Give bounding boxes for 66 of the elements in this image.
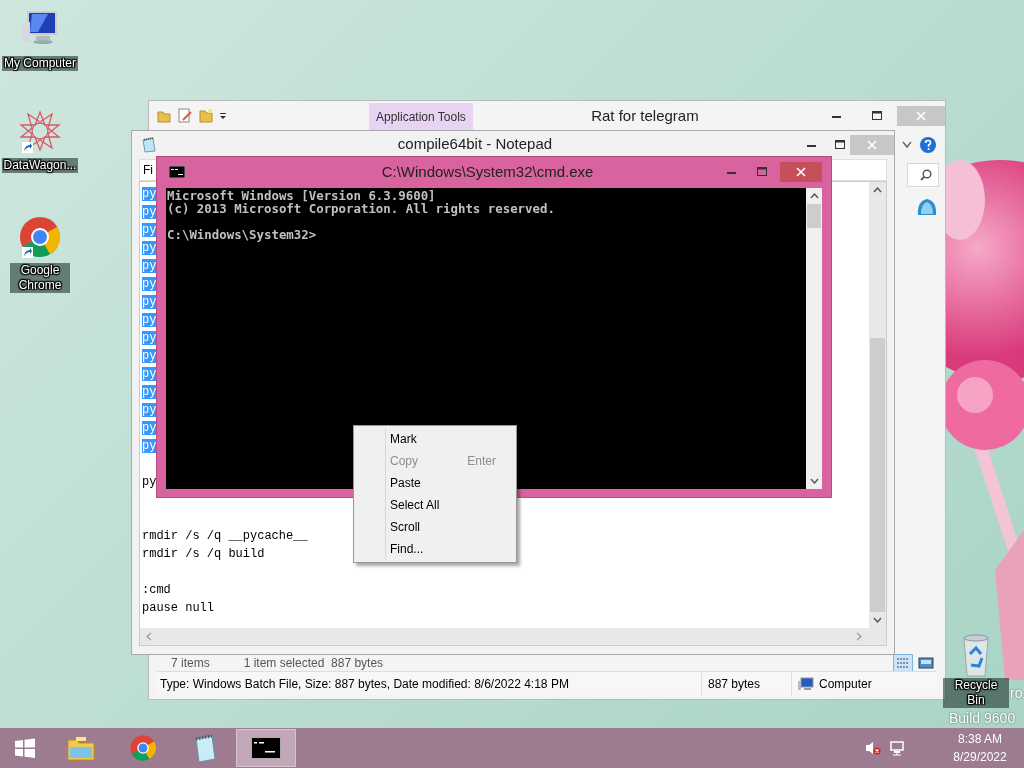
scroll-up-icon[interactable]: [809, 193, 819, 199]
scroll-up-icon[interactable]: [873, 187, 882, 193]
text-line: pause null: [142, 601, 214, 615]
scrollbar-thumb[interactable]: [807, 204, 821, 228]
icon-label[interactable]: My Computer: [2, 56, 78, 71]
maximize-icon[interactable]: [835, 139, 845, 150]
menu-item[interactable]: Fi: [143, 161, 153, 179]
window-title: compile64bit - Notepad: [396, 134, 554, 155]
ribbon-tab[interactable]: Application Tools: [369, 103, 473, 131]
clock-time[interactable]: 8:38 AM: [958, 730, 1002, 748]
watermark-text: ro: [1010, 684, 1023, 703]
file-details-text: Type: Windows Batch File, Size: 887 bytes, Date modified: 8/6/2022 4:18 PM: [159, 675, 570, 693]
menu-item[interactable]: Mark: [386, 428, 514, 450]
console-prompt: C:\Windows\System32>: [167, 228, 318, 241]
network-icon[interactable]: [890, 740, 906, 756]
details-view-icon[interactable]: [893, 654, 913, 672]
maximize-icon[interactable]: [872, 111, 882, 121]
new-folder-icon[interactable]: [199, 108, 213, 124]
menu-item[interactable]: Paste: [386, 472, 514, 494]
computer-icon: [798, 676, 814, 691]
status-text: 1 item selected 887 bytes: [243, 655, 384, 672]
scroll-down-icon[interactable]: [809, 478, 819, 484]
help-icon[interactable]: [920, 137, 936, 153]
text-line: :cmd: [142, 583, 171, 597]
scrollbar-thumb[interactable]: [870, 338, 885, 612]
icon-label[interactable]: Google Chrome: [10, 263, 70, 293]
dropdown-icon[interactable]: [219, 112, 227, 120]
chrome-icon: [129, 734, 157, 762]
menu-item[interactable]: Find...: [386, 538, 514, 560]
menu-item[interactable]: Select All: [386, 494, 514, 516]
icon-label[interactable]: DataWagon...: [1, 158, 79, 173]
watermark-text: Build 9600: [949, 709, 1016, 728]
console-text: (c) 2013 Microsoft Corporation. All rights reserved.: [167, 202, 556, 215]
scroll-down-icon[interactable]: [873, 617, 882, 623]
clock-date[interactable]: 8/29/2022: [953, 748, 1007, 766]
scroll-right-icon[interactable]: [856, 632, 862, 641]
menu-item[interactable]: Scroll: [386, 516, 514, 538]
search-field[interactable]: [907, 163, 939, 187]
console-text: Microsoft Windows [Version 6.3.9600]: [167, 189, 437, 202]
text-line: py: [142, 475, 157, 489]
folder-icon: [67, 734, 95, 762]
location-text: Computer: [819, 675, 872, 693]
status-text: 7 items: [171, 655, 210, 672]
large-icons-view-icon[interactable]: [917, 654, 935, 672]
close-button[interactable]: [780, 162, 822, 182]
close-icon: [867, 139, 877, 150]
icon-label[interactable]: Recycle Bin: [943, 678, 1009, 708]
console-icon: [251, 737, 281, 759]
text-line: rmdir /s /q __pycache__: [142, 529, 308, 543]
windows-logo-icon: [15, 738, 35, 758]
close-icon: [796, 167, 806, 177]
shortcut-text: Enter: [467, 453, 496, 470]
muted-speaker-icon[interactable]: [865, 740, 881, 756]
chevron-down-icon[interactable]: [902, 141, 912, 149]
search-icon: [920, 169, 932, 181]
text-line: rmdir /s /q build: [142, 547, 265, 561]
notepad-icon[interactable]: [141, 136, 157, 153]
scroll-left-icon[interactable]: [146, 632, 152, 641]
file-size-text: 887 bytes: [701, 671, 791, 696]
window-title: Rat for telegram: [590, 105, 700, 126]
folder-icon[interactable]: [157, 109, 171, 123]
properties-icon[interactable]: [177, 108, 193, 124]
console-icon[interactable]: [169, 166, 185, 178]
taskbar-button[interactable]: [236, 729, 296, 767]
close-icon: [916, 111, 926, 121]
window-title: C:\Windows\System32\cmd.exe: [380, 161, 595, 182]
